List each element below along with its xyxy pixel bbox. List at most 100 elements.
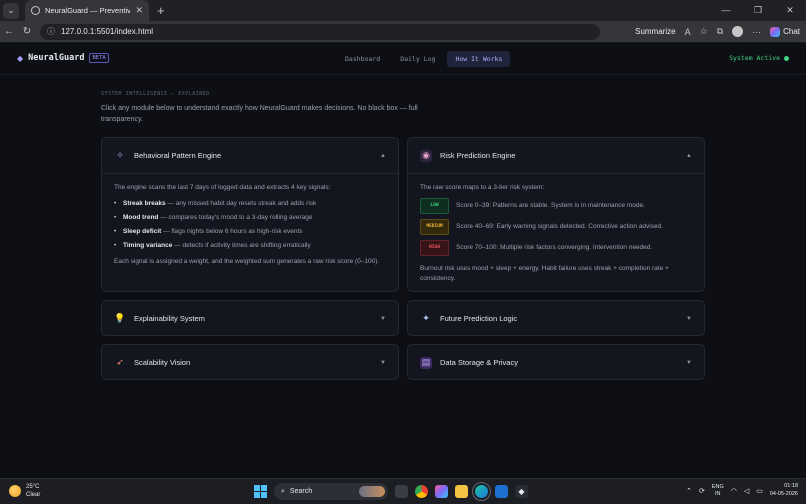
module-body: The engine scans the last 7 days of logg… <box>102 173 398 276</box>
app-page: ◆ NeuralGuard BETA Dashboard Daily Log H… <box>0 42 806 478</box>
clock[interactable]: 01:18 04-05-2026 <box>770 483 798 498</box>
module-outro: Each signal is assigned a weight, and th… <box>114 258 380 265</box>
signal-name: Timing variance <box>123 242 173 249</box>
back-icon[interactable]: ← <box>0 26 18 37</box>
sync-icon[interactable]: ⟳ <box>699 487 705 495</box>
brand-name: NeuralGuard <box>28 53 85 63</box>
status-dot-icon <box>784 55 789 61</box>
weather-condition: Clear <box>26 492 41 498</box>
new-tab-icon[interactable]: + <box>157 3 165 18</box>
beta-badge: BETA <box>89 53 109 63</box>
collections-icon[interactable]: ⧉ <box>717 26 723 37</box>
signal-name: Sleep deficit <box>123 228 162 235</box>
module-title: Explainability System <box>134 314 205 323</box>
module-behavioral-pattern-engine: ✧ Behavioral Pattern Engine ▲ The engine… <box>101 137 399 292</box>
windows-start-icon[interactable] <box>254 485 267 498</box>
signal-name: Streak breaks <box>123 200 166 207</box>
brand[interactable]: ◆ NeuralGuard BETA <box>17 53 109 63</box>
volume-icon[interactable]: ◁ <box>744 487 749 495</box>
tab-close-icon[interactable]: ✕ <box>135 5 143 16</box>
copilot-chat-button[interactable]: Chat <box>770 26 800 37</box>
module-explainability-system[interactable]: 💡 Explainability System ▼ <box>101 300 399 336</box>
chevron-down-icon[interactable]: ▼ <box>686 316 692 322</box>
tab-search-chevron-icon[interactable]: ⌄ <box>3 2 19 19</box>
taskbar-search[interactable]: ⌕ Search <box>274 483 388 500</box>
restore-icon[interactable]: ❐ <box>742 0 774 21</box>
read-aloud-icon[interactable]: A <box>685 27 691 37</box>
sparkle-icon: ✧ <box>116 150 124 160</box>
search-icon: ⌕ <box>281 487 285 495</box>
app-extra-icon[interactable]: ◆ <box>515 485 528 498</box>
globe-icon <box>31 6 40 15</box>
language-indicator[interactable]: ENG IN <box>712 484 724 498</box>
time: 01:18 <box>784 483 798 489</box>
taskbar-apps: ⌕ Search ◆ <box>254 482 528 501</box>
chrome-icon[interactable] <box>415 485 428 498</box>
rocket-icon: ➶ <box>116 357 124 367</box>
copilot-app-icon[interactable] <box>435 485 448 498</box>
module-intro: The engine scans the last 7 days of logg… <box>114 184 331 191</box>
module-header[interactable]: ➶ Scalability Vision ▼ <box>102 345 398 380</box>
nav-tabs: Dashboard Daily Log How It Works <box>337 51 511 67</box>
list-item: Mood trend — compares today's mood to a … <box>114 213 386 223</box>
more-options-icon[interactable]: ··· <box>752 27 761 37</box>
module-header[interactable]: ✧ Behavioral Pattern Engine ▲ <box>102 138 398 173</box>
module-header[interactable]: ▤ Data Storage & Privacy ▼ <box>408 345 704 380</box>
module-header[interactable]: ◉ Risk Prediction Engine ▲ <box>408 138 704 173</box>
summarize-button[interactable]: Summarize <box>635 27 675 36</box>
temperature: 25°C <box>26 484 40 490</box>
language-code: ENG <box>711 483 724 490</box>
chevron-down-icon[interactable]: ▼ <box>380 316 386 322</box>
module-risk-prediction-engine: ◉ Risk Prediction Engine ▲ The raw score… <box>407 137 705 292</box>
favorite-star-icon[interactable]: ☆ <box>700 26 708 37</box>
risk-tier-high: HIGH Score 70–100: Multiple risk factors… <box>420 240 692 256</box>
module-body: The raw score maps to a 3-tier risk syst… <box>408 173 704 293</box>
browser-tab[interactable]: NeuralGuard — Preventive Health ✕ <box>25 0 149 21</box>
chevron-up-icon[interactable]: ▲ <box>686 153 692 159</box>
chevron-down-icon[interactable]: ▼ <box>686 360 692 366</box>
browser-tab-strip: ⌄ NeuralGuard — Preventive Health ✕ + — … <box>0 0 806 21</box>
tab-dashboard[interactable]: Dashboard <box>337 51 388 67</box>
low-badge: LOW <box>420 198 449 214</box>
address-bar[interactable]: ⓘ 127.0.0.1:5501/index.html <box>40 23 600 40</box>
module-title: Scalability Vision <box>134 358 191 367</box>
minimize-icon[interactable]: — <box>710 0 742 21</box>
tab-how-it-works[interactable]: How It Works <box>447 51 511 67</box>
signal-name: Mood trend <box>123 214 159 221</box>
search-label: Search <box>289 488 313 495</box>
reload-icon[interactable]: ↻ <box>18 26 36 37</box>
task-view-icon[interactable] <box>395 485 408 498</box>
tier-text: Score 0–39: Patterns are stable. System … <box>456 202 645 209</box>
file-explorer-icon[interactable] <box>455 485 468 498</box>
chevron-down-icon[interactable]: ▼ <box>380 360 386 366</box>
module-header[interactable]: ✦ Future Prediction Logic ▼ <box>408 301 704 336</box>
module-header[interactable]: 💡 Explainability System ▼ <box>102 301 398 336</box>
module-data-storage-privacy[interactable]: ▤ Data Storage & Privacy ▼ <box>407 344 705 380</box>
site-info-icon[interactable]: ⓘ <box>47 26 55 37</box>
risk-tier-low: LOW Score 0–39: Patterns are stable. Sys… <box>420 198 692 214</box>
address-bar-row: ← ↻ ⓘ 127.0.0.1:5501/index.html Summariz… <box>0 21 806 42</box>
vscode-icon[interactable] <box>495 485 508 498</box>
browser-toolbar-right: Summarize A ☆ ⧉ ··· Chat <box>635 21 800 42</box>
weather-text: 25°C Clear <box>26 483 40 499</box>
module-scalability-vision[interactable]: ➶ Scalability Vision ▼ <box>101 344 399 380</box>
edge-icon[interactable] <box>472 482 491 501</box>
lock-icon: ▤ <box>420 356 432 369</box>
tier-text: Score 70–100: Multiple risk factors conv… <box>456 244 653 251</box>
module-future-prediction-logic[interactable]: ✦ Future Prediction Logic ▼ <box>407 300 705 336</box>
wifi-icon[interactable]: ◠ <box>731 487 737 495</box>
module-intro: The raw score maps to a 3-tier risk syst… <box>420 184 545 191</box>
weather-widget[interactable]: 25°C Clear <box>9 483 40 499</box>
list-item: Sleep deficit — flags nights below 6 hou… <box>114 227 386 237</box>
chevron-up-tray-icon[interactable]: ⌃ <box>686 487 692 495</box>
signal-list: Streak breaks — any missed habit day res… <box>114 199 386 251</box>
battery-icon[interactable]: ▭ <box>756 487 763 495</box>
tab-title: NeuralGuard — Preventive Health <box>45 6 131 15</box>
chevron-up-icon[interactable]: ▲ <box>380 153 386 159</box>
profile-avatar[interactable] <box>732 26 744 37</box>
list-item: Timing variance — detects if activity ti… <box>114 241 386 251</box>
signal-desc: — compares today's mood to a 3-day rolli… <box>158 214 313 221</box>
tab-daily-log[interactable]: Daily Log <box>392 51 443 67</box>
close-window-icon[interactable]: ✕ <box>774 0 806 21</box>
signal-desc: — detects if activity times are shifting… <box>172 242 311 249</box>
